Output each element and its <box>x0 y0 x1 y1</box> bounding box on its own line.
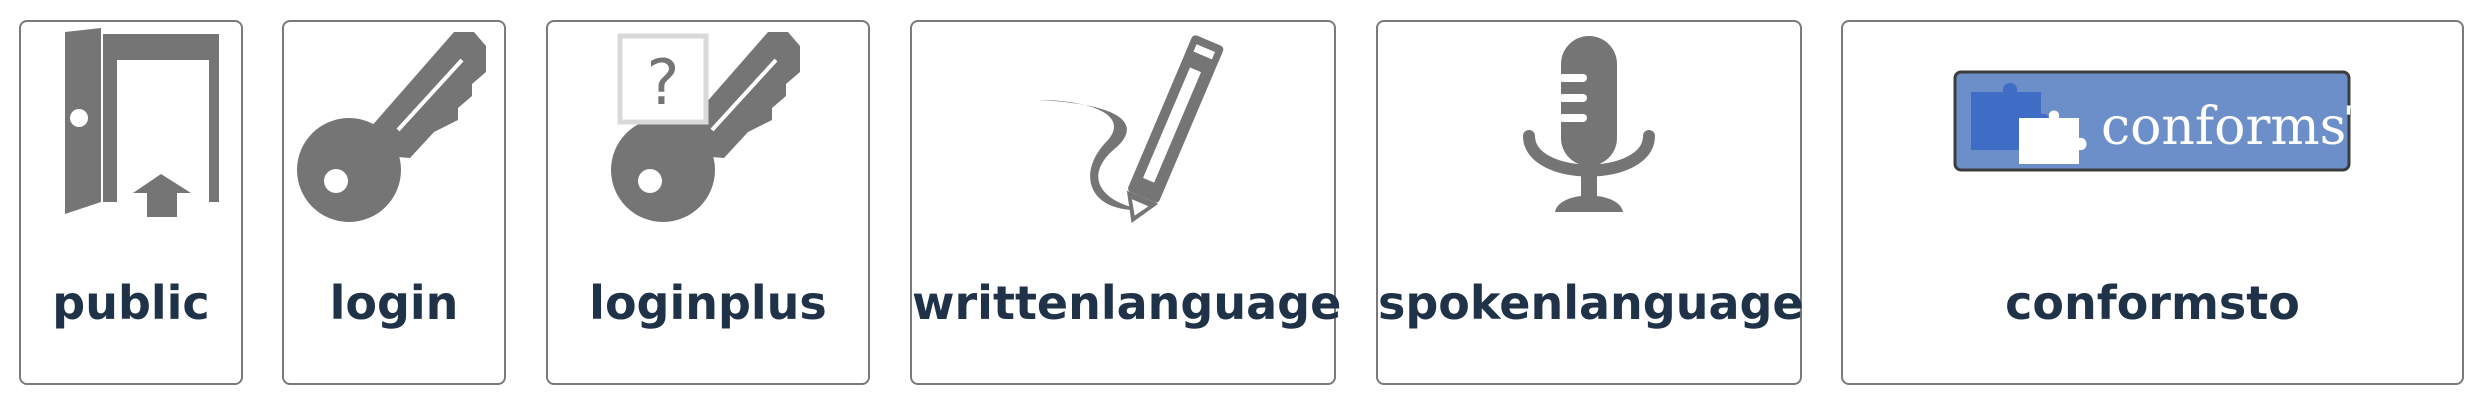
card-label: conformsto <box>2005 276 2300 330</box>
card-writtenlanguage[interactable]: writtenlanguage <box>910 20 1342 385</box>
key-question-icon: ? <box>548 22 868 232</box>
card-spokenlanguage[interactable]: spokenlanguage <box>1376 20 1804 385</box>
card-loginplus[interactable]: ? loginplus <box>546 20 870 385</box>
card-label: spokenlanguage <box>1378 276 1804 330</box>
card-label: writtenlanguage <box>912 276 1342 330</box>
card-login[interactable]: login <box>282 20 506 385</box>
microphone-icon <box>1378 22 1800 232</box>
svg-text:?: ? <box>647 46 680 119</box>
card-label: public <box>52 276 210 330</box>
pencil-icon <box>912 22 1334 232</box>
card-public[interactable]: public <box>19 20 243 385</box>
card-conformsto[interactable]: conformsTo conformsto <box>1841 20 2464 385</box>
card-label: loginplus <box>589 276 827 330</box>
svg-text:conformsTo: conformsTo <box>2101 97 2353 157</box>
key-icon <box>284 22 504 232</box>
conformsto-badge-icon: conformsTo <box>1843 22 2462 232</box>
card-label: login <box>329 276 459 330</box>
door-exit-icon <box>21 22 241 232</box>
